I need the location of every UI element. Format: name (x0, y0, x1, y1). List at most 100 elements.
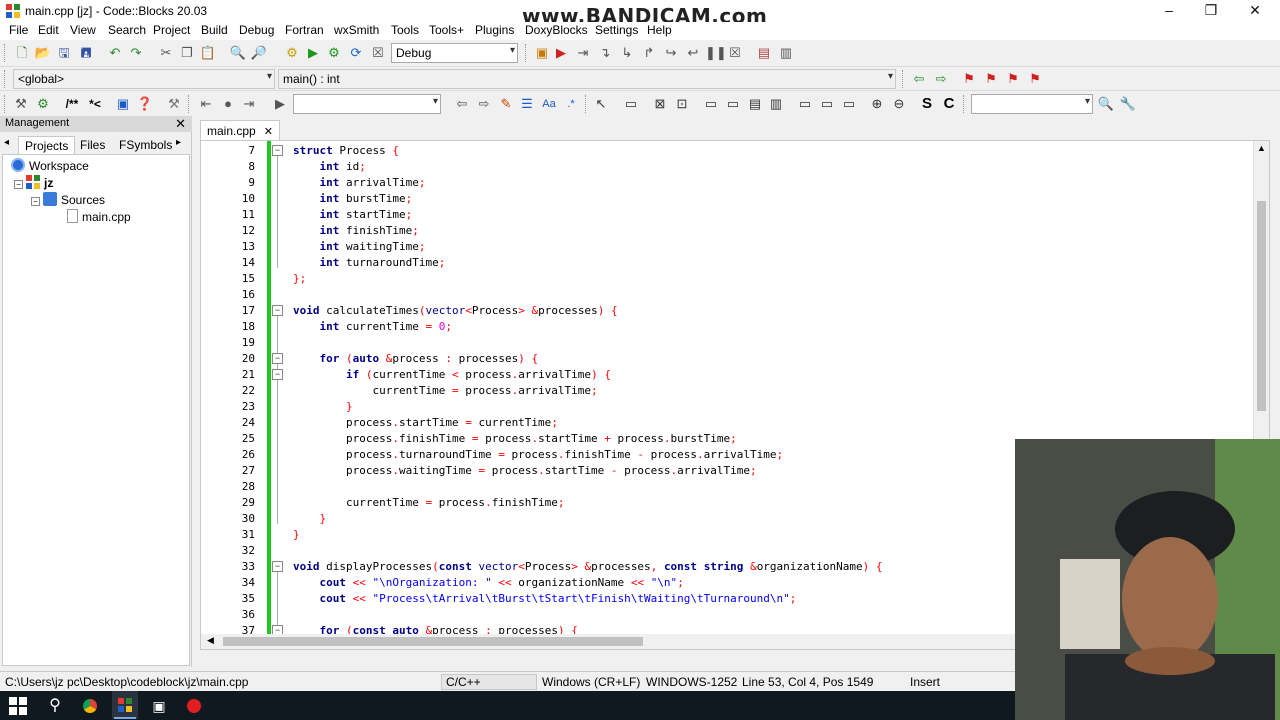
code-line[interactable]: 21 if (currentTime < process.arrivalTime… (201, 367, 1251, 383)
code-line[interactable]: 10 int burstTime; (201, 191, 1251, 207)
process-block-icon[interactable]: ⊡ (673, 95, 691, 113)
search-icon[interactable]: 🔍 (1097, 95, 1115, 113)
paste-icon[interactable]: 📋 (199, 44, 217, 62)
replace-icon[interactable]: 🔎 (250, 44, 268, 62)
menu-tools[interactable]: Tools (391, 23, 419, 37)
tree-item-workspace[interactable]: Workspace (11, 158, 89, 173)
build-and-run-icon[interactable]: ⚙ (325, 44, 343, 62)
bookmark-clear-icon[interactable]: ⚑ (1026, 70, 1044, 88)
select-pointer-icon[interactable]: ↖ (592, 95, 610, 113)
vertical-scroll-thumb[interactable] (1257, 201, 1266, 411)
redo-icon[interactable]: ↷ (127, 44, 145, 62)
restore-button[interactable]: ❐ (1188, 0, 1234, 22)
run-to-cursor-icon[interactable]: ⇥ (574, 44, 592, 62)
code-line[interactable]: 18 int currentTime = 0; (201, 319, 1251, 335)
line-comment-icon[interactable]: *< (86, 95, 104, 113)
save-all-icon[interactable]: 🖪 (77, 44, 95, 62)
open-folder-icon[interactable]: 📂 (34, 44, 52, 62)
tabs-scroll-right-icon[interactable]: ▸ (176, 137, 181, 148)
debug-windows-icon[interactable]: ▤ (755, 44, 773, 62)
menu-tools-plus[interactable]: Tools+ (429, 23, 464, 37)
break-icon[interactable]: ▭ (818, 95, 836, 113)
stop-debug-icon[interactable]: ☒ (726, 44, 744, 62)
menu-edit[interactable]: Edit (38, 23, 59, 37)
highlight-icon[interactable]: ✎ (497, 95, 515, 113)
code-line[interactable]: 12 int finishTime; (201, 223, 1251, 239)
match-case-icon[interactable]: Aa (540, 95, 558, 113)
strip-icon[interactable]: S (918, 95, 936, 113)
menu-file[interactable]: File (9, 23, 28, 37)
ifelse-icon[interactable]: ▭ (724, 95, 742, 113)
tree-item-main-cpp[interactable]: main.cpp (67, 209, 131, 224)
run-icon[interactable]: ▶ (304, 44, 322, 62)
horizontal-scroll-thumb[interactable] (223, 637, 643, 646)
fold-marker-icon[interactable]: − (272, 353, 283, 364)
code-line[interactable]: 19 (201, 335, 1251, 351)
search-icon[interactable]: ⚲ (44, 695, 66, 717)
fold-marker-icon[interactable]: − (272, 561, 283, 572)
save-icon[interactable]: 🖫 (55, 44, 73, 62)
doxy-wizard-icon[interactable]: ⚒ (12, 95, 30, 113)
find-icon[interactable]: 🔍 (229, 44, 247, 62)
next-instruction-icon[interactable]: ↪ (662, 44, 680, 62)
for-loop-icon[interactable]: ▭ (796, 95, 814, 113)
step-into-icon[interactable]: ↳ (618, 44, 636, 62)
windows-start-icon[interactable] (8, 696, 28, 716)
code-icon[interactable]: C (940, 95, 958, 113)
menu-doxyblocks[interactable]: DoxyBlocks (525, 23, 588, 37)
scroll-up-icon[interactable]: ▲ (1257, 143, 1266, 153)
tree-item-project[interactable]: − jz (14, 175, 53, 190)
doxy-config-icon[interactable]: ⚒ (165, 95, 183, 113)
switch-icon[interactable]: ▤ (746, 95, 764, 113)
menu-view[interactable]: View (70, 23, 96, 37)
menu-wxsmith[interactable]: wxSmith (334, 23, 379, 37)
function-select[interactable]: main() : int ▾ (278, 69, 896, 89)
block-comment-icon[interactable]: /** (63, 95, 81, 113)
regex-icon[interactable]: .* (562, 95, 580, 113)
search-settings-icon[interactable]: 🔧 (1119, 95, 1137, 113)
menu-help[interactable]: Help (647, 23, 672, 37)
forward-arrow-icon[interactable]: ⇨ (932, 70, 950, 88)
scroll-left-icon[interactable]: ◀ (207, 635, 214, 646)
codeblocks-taskbar-icon[interactable] (112, 691, 138, 719)
code-line[interactable]: 13 int waitingTime; (201, 239, 1251, 255)
code-line[interactable]: 24 process.startTime = currentTime; (201, 415, 1251, 431)
menu-fortran[interactable]: Fortran (285, 23, 324, 37)
code-line[interactable]: 16 (201, 287, 1251, 303)
back-arrow-icon[interactable]: ⇦ (910, 70, 928, 88)
step-instruction-icon[interactable]: ↩ (684, 44, 702, 62)
search-next-icon[interactable]: ⇨ (475, 95, 493, 113)
tab-fsymbols[interactable]: FSymbols (113, 136, 178, 154)
menu-settings[interactable]: Settings (595, 23, 638, 37)
zoom-in-icon[interactable]: ⊕ (868, 95, 886, 113)
doxy-extract-icon[interactable]: ⚙ (34, 95, 52, 113)
code-line[interactable]: 22 currentTime = process.arrivalTime; (201, 383, 1251, 399)
selected-text-icon[interactable]: ☰ (518, 95, 536, 113)
debug-start-icon[interactable]: ▶ (552, 44, 570, 62)
jump-last-icon[interactable]: ● (219, 95, 237, 113)
debug-toolbar-icon[interactable]: ▣ (533, 44, 551, 62)
undo-icon[interactable]: ↶ (106, 44, 124, 62)
cut-icon[interactable]: ✂ (157, 44, 175, 62)
tab-projects[interactable]: Projects (18, 136, 76, 155)
code-line[interactable]: 23 } (201, 399, 1251, 415)
close-icon[interactable]: ✕ (175, 116, 186, 132)
chrome-icon[interactable] (79, 695, 101, 717)
chm-doc-icon[interactable]: ❓ (136, 95, 154, 113)
build-target-select[interactable]: Debug ▾ (391, 43, 518, 63)
step-out-icon[interactable]: ↱ (640, 44, 658, 62)
tabs-scroll-left-icon[interactable]: ◂ (4, 137, 9, 148)
abort-icon[interactable]: ☒ (369, 44, 387, 62)
return-icon[interactable]: ▭ (840, 95, 858, 113)
code-line[interactable]: 8 int id; (201, 159, 1251, 175)
while-loop-icon[interactable]: ▥ (767, 95, 785, 113)
close-button[interactable]: ✕ (1232, 0, 1278, 22)
code-line[interactable]: 9 int arrivalTime; (201, 175, 1251, 191)
bookmark-next-icon[interactable]: ⚑ (1004, 70, 1022, 88)
bookmark-toggle-icon[interactable]: ⚑ (960, 70, 978, 88)
scope-select[interactable]: <global> ▾ (13, 69, 275, 89)
show-results-icon[interactable]: ▶ (271, 95, 289, 113)
symbol-search-combo[interactable]: ▾ (971, 94, 1093, 114)
fold-marker-icon[interactable]: − (272, 369, 283, 380)
code-line[interactable]: 17 void calculateTimes(vector<Process> &p… (201, 303, 1251, 319)
